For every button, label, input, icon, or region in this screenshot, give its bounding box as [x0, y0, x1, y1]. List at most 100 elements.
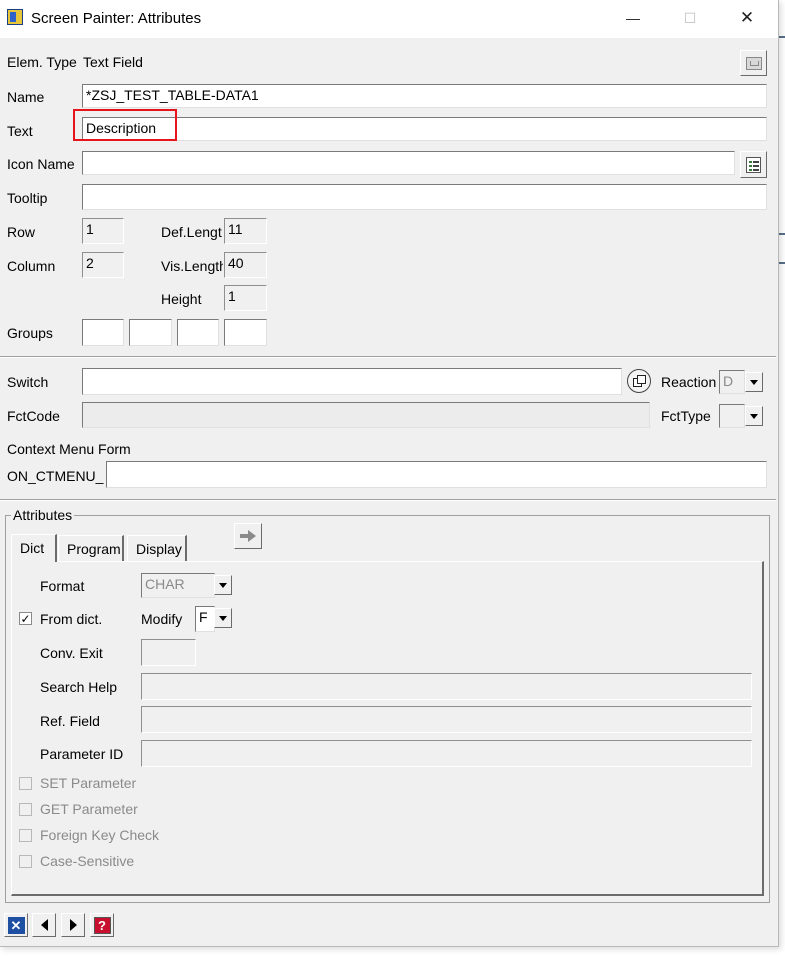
elem-type-label: Elem. Type: [7, 54, 77, 70]
set-parameter-checkbox[interactable]: [19, 777, 32, 790]
tab-display[interactable]: Display: [127, 535, 187, 561]
list-icon: [746, 156, 761, 173]
from-dict-checkbox[interactable]: ✓: [19, 612, 32, 625]
separator: [0, 499, 776, 501]
get-parameter-checkbox[interactable]: [19, 803, 32, 816]
background-strip-line: [779, 233, 785, 235]
chevron-down-icon: [750, 379, 758, 385]
row-field[interactable]: 1: [82, 218, 124, 244]
tooltip-label: Tooltip: [7, 190, 48, 206]
set-parameter-label: SET Parameter: [40, 775, 137, 791]
close-icon: ✕: [7, 916, 25, 934]
modify-select[interactable]: F: [195, 606, 215, 632]
modify-label: Modify: [141, 611, 183, 627]
chevron-down-icon: [219, 615, 227, 621]
fctcode-label: FctCode: [7, 408, 60, 424]
search-help-label: Search Help: [40, 679, 118, 695]
chevron-down-icon: [750, 413, 758, 419]
get-parameter-label: GET Parameter: [40, 801, 138, 817]
elem-type-value: Text Field: [83, 54, 143, 70]
ref-field-label: Ref. Field: [40, 713, 100, 729]
foreign-key-check-label: Foreign Key Check: [40, 827, 160, 843]
reaction-select[interactable]: D: [719, 370, 745, 394]
window-layout-icon: [745, 56, 762, 70]
highlight-box: [73, 109, 177, 141]
text-label: Text: [7, 123, 33, 139]
ctmenu-prefix: ON_CTMENU_: [7, 468, 104, 484]
group-field-4[interactable]: [224, 319, 267, 346]
copy-icon: [633, 375, 646, 387]
height-label: Height: [161, 291, 202, 307]
groups-label: Groups: [7, 325, 53, 341]
conv-exit-label: Conv. Exit: [40, 645, 103, 661]
icon-name-field[interactable]: [82, 151, 735, 175]
column-label: Column: [7, 258, 56, 274]
case-sensitive-checkbox[interactable]: [19, 855, 32, 868]
row-label: Row: [7, 224, 36, 240]
foreign-key-check-checkbox[interactable]: [19, 829, 32, 842]
search-help-field[interactable]: [141, 673, 752, 700]
title-bar: Screen Painter: Attributes — ☐ ✕: [0, 0, 778, 38]
switch-value-help-button[interactable]: [627, 369, 651, 393]
ctmenu-field[interactable]: [106, 461, 767, 488]
fcttype-dropdown-button[interactable]: [745, 406, 763, 426]
separator: [0, 356, 776, 358]
tooltip-field[interactable]: [82, 184, 767, 210]
case-sensitive-label: Case-Sensitive: [40, 853, 135, 869]
help-button[interactable]: ?: [90, 913, 114, 937]
switch-label: Switch: [7, 374, 49, 390]
fcttype-label: FctType: [661, 408, 711, 424]
reaction-label: Reaction: [661, 374, 717, 390]
fcttype-select[interactable]: [719, 404, 745, 428]
group-field-1[interactable]: [82, 319, 124, 346]
background-strip-line: [779, 36, 785, 38]
name-label: Name: [7, 89, 45, 105]
def-length-field[interactable]: 11: [224, 218, 267, 244]
arrow-right-icon: [240, 530, 256, 542]
triangle-right-icon: [69, 919, 77, 931]
format-dropdown-button[interactable]: [214, 575, 232, 595]
modify-dropdown-button[interactable]: [214, 608, 232, 628]
height-field[interactable]: 1: [224, 285, 267, 311]
text-field[interactable]: Description: [82, 117, 767, 141]
reaction-dropdown-button[interactable]: [745, 372, 763, 392]
def-length-label: Def.Lengt: [161, 224, 222, 240]
minimize-button[interactable]: —: [621, 6, 645, 30]
conv-exit-field[interactable]: [141, 639, 196, 666]
context-menu-label: Context Menu Form: [7, 441, 131, 457]
app-icon: [7, 9, 23, 25]
chevron-down-icon: [219, 582, 227, 588]
layout-toggle-button[interactable]: [740, 50, 767, 76]
background-strip: [779, 0, 785, 958]
column-field[interactable]: 2: [82, 252, 124, 278]
format-label: Format: [40, 578, 85, 594]
icon-list-button[interactable]: [740, 151, 767, 178]
background-strip-line: [779, 262, 785, 264]
cancel-button[interactable]: ✕: [4, 913, 28, 937]
parameter-id-label: Parameter ID: [40, 746, 124, 762]
maximize-button[interactable]: ☐: [678, 6, 702, 30]
fctcode-field[interactable]: [82, 402, 650, 428]
switch-field[interactable]: [82, 368, 622, 395]
ref-field-field[interactable]: [141, 706, 752, 733]
name-field[interactable]: *ZSJ_TEST_TABLE-DATA1: [82, 84, 767, 108]
attributes-dialog: Screen Painter: Attributes — ☐ ✕ Elem. T…: [0, 0, 779, 947]
group-field-3[interactable]: [177, 319, 219, 346]
close-button[interactable]: ✕: [735, 6, 759, 30]
from-dict-label: From dict.: [40, 611, 103, 627]
triangle-left-icon: [40, 919, 48, 931]
help-icon: ?: [93, 916, 111, 934]
next-button[interactable]: [61, 913, 85, 937]
window-title: Screen Painter: Attributes: [31, 10, 202, 27]
parameter-id-field[interactable]: [141, 740, 752, 767]
attributes-group-label: Attributes: [11, 507, 75, 523]
format-select[interactable]: CHAR: [141, 573, 215, 598]
vis-length-label: Vis.Length: [161, 258, 223, 274]
tab-program[interactable]: Program: [58, 535, 124, 561]
vis-length-field[interactable]: 40: [224, 252, 267, 278]
group-field-2[interactable]: [129, 319, 172, 346]
next-tab-button[interactable]: [234, 523, 262, 549]
icon-name-label: Icon Name: [7, 156, 75, 172]
previous-button[interactable]: [32, 913, 56, 937]
tab-dict[interactable]: Dict: [11, 534, 57, 562]
